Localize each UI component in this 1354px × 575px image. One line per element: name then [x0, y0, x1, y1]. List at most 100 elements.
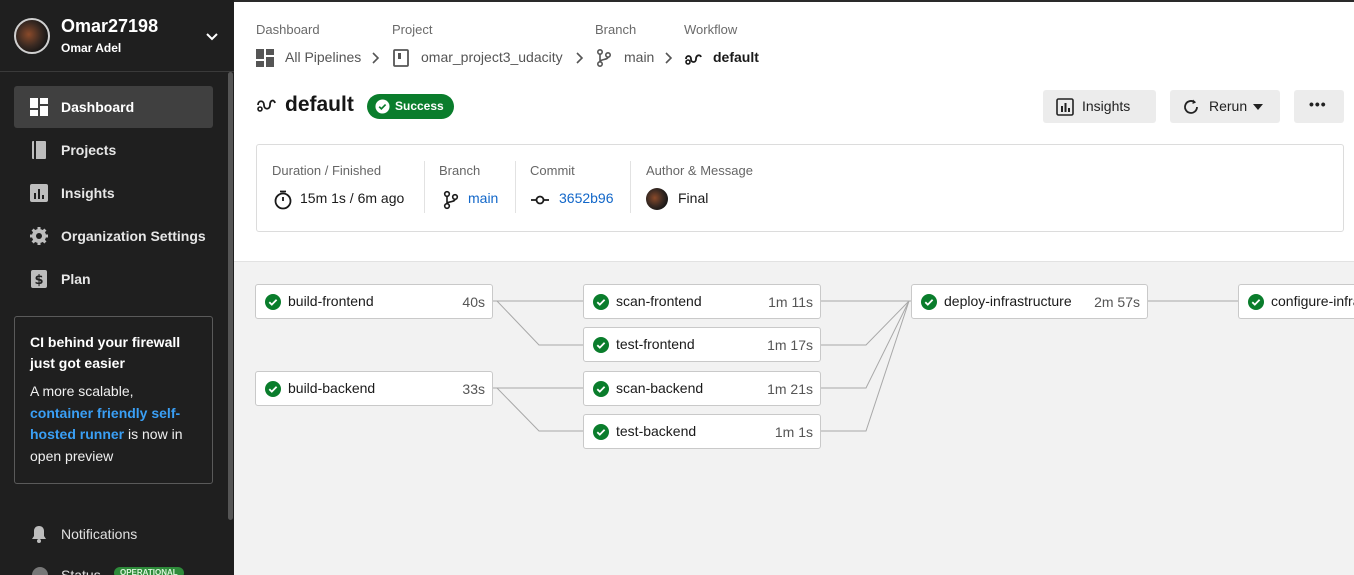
sidebar-item-insights[interactable]: Insights — [14, 172, 213, 214]
job-name: test-backend — [616, 423, 697, 439]
job-duration: 1m 17s — [767, 337, 813, 353]
info-author: Author & Message Final — [646, 145, 846, 231]
git-commit-icon — [531, 195, 549, 205]
job-duration: 1m 21s — [767, 381, 813, 397]
workflow-graph: build-frontend 40s build-backend 33s sca… — [234, 261, 1354, 575]
job-scan-backend[interactable]: scan-backend 1m 21s — [583, 371, 821, 406]
job-name: scan-frontend — [616, 293, 702, 309]
bell-icon — [32, 526, 46, 543]
insights-button-label: Insights — [1082, 98, 1131, 114]
workflow-icon — [685, 54, 702, 65]
breadcrumb-value: default — [713, 49, 759, 65]
status-badge: Success — [367, 94, 454, 119]
book-icon — [393, 49, 409, 67]
git-branch-icon — [597, 49, 612, 67]
job-duration: 1m 1s — [774, 424, 813, 440]
job-build-backend[interactable]: build-backend 33s — [255, 371, 493, 406]
info-duration: Duration / Finished 15m 1s / 6m ago — [272, 145, 427, 231]
sidebar-item-label: Dashboard — [61, 99, 135, 115]
job-name: test-frontend — [616, 336, 695, 352]
refresh-icon — [1184, 99, 1198, 114]
rerun-button-label: Rerun — [1209, 98, 1248, 114]
sidebar-item-notifications[interactable]: Notifications — [14, 516, 213, 552]
avatar — [14, 18, 50, 54]
sidebar: Omar27198 Omar Adel Dashboard Projects I… — [0, 0, 234, 575]
job-duration: 40s — [462, 294, 485, 310]
chevron-right-icon — [665, 52, 673, 64]
user-menu[interactable]: Omar27198 Omar Adel — [0, 0, 234, 72]
check-circle-icon — [375, 99, 390, 114]
breadcrumb-project-label: Project — [392, 22, 433, 37]
sidebar-item-organization-settings[interactable]: Organization Settings — [14, 215, 213, 257]
sidebar-item-dashboard[interactable]: Dashboard — [14, 86, 213, 128]
branch-link[interactable]: main — [468, 190, 498, 206]
promo-title: CI behind your firewall just got easier — [30, 334, 181, 371]
job-deploy-infrastructure[interactable]: deploy-infrastructure 2m 57s — [911, 284, 1148, 319]
info-label: Branch — [439, 163, 481, 178]
job-duration: 33s — [462, 381, 485, 397]
job-name: scan-backend — [616, 380, 704, 396]
status-icon — [32, 567, 48, 575]
sidebar-item-label: Organization Settings — [61, 228, 206, 244]
job-test-frontend[interactable]: test-frontend 1m 17s — [583, 327, 821, 362]
divider — [515, 161, 516, 213]
commit-link[interactable]: 3652b96 — [559, 190, 614, 206]
job-name: build-frontend — [288, 293, 374, 309]
sidebar-item-label: Insights — [61, 185, 115, 201]
sidebar-item-plan[interactable]: $ Plan — [14, 258, 213, 300]
more-icon: ••• — [1309, 96, 1327, 112]
pipeline-info-card: Duration / Finished 15m 1s / 6m ago Bran… — [256, 144, 1344, 232]
job-scan-frontend[interactable]: scan-frontend 1m 11s — [583, 284, 821, 319]
breadcrumb-all-pipelines[interactable]: All Pipelines — [256, 48, 366, 68]
sidebar-item-label: Status — [61, 567, 101, 575]
check-circle-icon — [593, 424, 609, 440]
divider — [630, 161, 631, 213]
username: Omar27198 — [61, 16, 159, 36]
gear-icon — [30, 227, 48, 245]
chevron-right-icon — [372, 52, 380, 64]
breadcrumb-workflow[interactable]: default — [684, 48, 764, 68]
connector — [821, 300, 911, 432]
promo-body: A more scalable, container friendly self… — [30, 381, 197, 467]
insights-button[interactable]: Insights — [1043, 90, 1156, 123]
dashboard-icon — [256, 49, 274, 67]
breadcrumb-project[interactable]: omar_project3_udacity — [392, 48, 567, 68]
job-name: configure-infrastructure — [1271, 293, 1354, 309]
sidebar-scrollbar[interactable] — [228, 72, 233, 520]
breadcrumb-branch[interactable]: main — [595, 48, 657, 68]
job-configure-infrastructure[interactable]: configure-infrastructure — [1238, 284, 1354, 319]
check-circle-icon — [921, 294, 937, 310]
sidebar-item-label: Plan — [61, 271, 91, 287]
chevron-down-icon[interactable] — [204, 28, 220, 44]
info-label: Duration / Finished — [272, 163, 382, 178]
more-actions-button[interactable]: ••• — [1294, 90, 1344, 123]
info-label: Author & Message — [646, 163, 753, 178]
info-value: 15m 1s / 6m ago — [300, 190, 405, 206]
info-label: Commit — [530, 163, 575, 178]
commit-message: Final — [678, 190, 709, 206]
status-badge: OPERATIONAL — [114, 567, 184, 575]
divider — [424, 161, 425, 213]
sidebar-item-projects[interactable]: Projects — [14, 129, 213, 171]
page-title: default — [285, 93, 354, 116]
avatar — [646, 188, 668, 210]
workflow-icon — [257, 99, 276, 112]
job-build-frontend[interactable]: build-frontend 40s — [255, 284, 493, 319]
caret-down-icon — [1253, 104, 1263, 110]
check-circle-icon — [593, 337, 609, 353]
check-circle-icon — [593, 381, 609, 397]
top-border — [234, 0, 1354, 2]
breadcrumb-value: omar_project3_udacity — [421, 49, 563, 65]
sidebar-item-status[interactable]: Status OPERATIONAL — [14, 562, 213, 575]
sidebar-item-label: Projects — [61, 142, 117, 158]
rerun-button[interactable]: Rerun — [1170, 90, 1280, 123]
bar-chart-icon — [1056, 98, 1074, 116]
connector — [493, 300, 583, 346]
bar-chart-icon — [30, 184, 48, 202]
breadcrumb-value: main — [624, 49, 655, 65]
user-full-name: Omar Adel — [61, 41, 122, 55]
job-test-backend[interactable]: test-backend 1m 1s — [583, 414, 821, 449]
breadcrumb-value: All Pipelines — [285, 49, 362, 65]
promo-body-prefix: A more scalable, — [30, 383, 134, 399]
svg-text:$: $ — [34, 273, 43, 288]
